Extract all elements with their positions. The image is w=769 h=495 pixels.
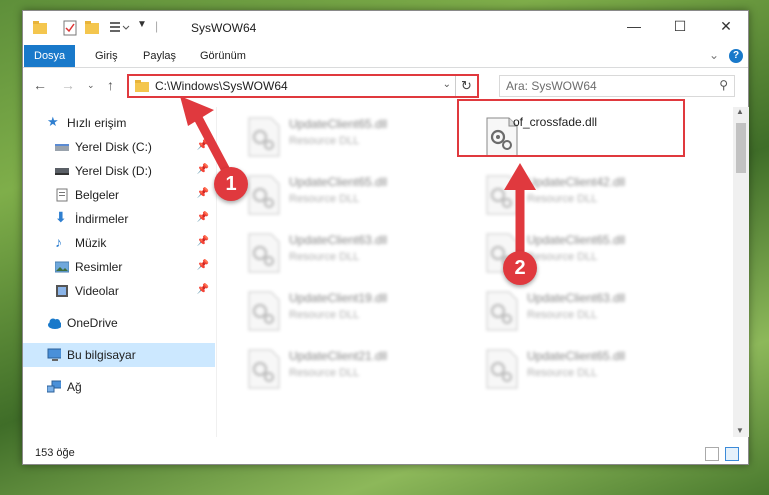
step-badge-1: 1 (214, 167, 248, 201)
arrow-2 (504, 163, 536, 263)
step-badge-2: 2 (503, 251, 537, 285)
arrow-1 (180, 96, 235, 183)
annotation-arrows (180, 96, 536, 263)
